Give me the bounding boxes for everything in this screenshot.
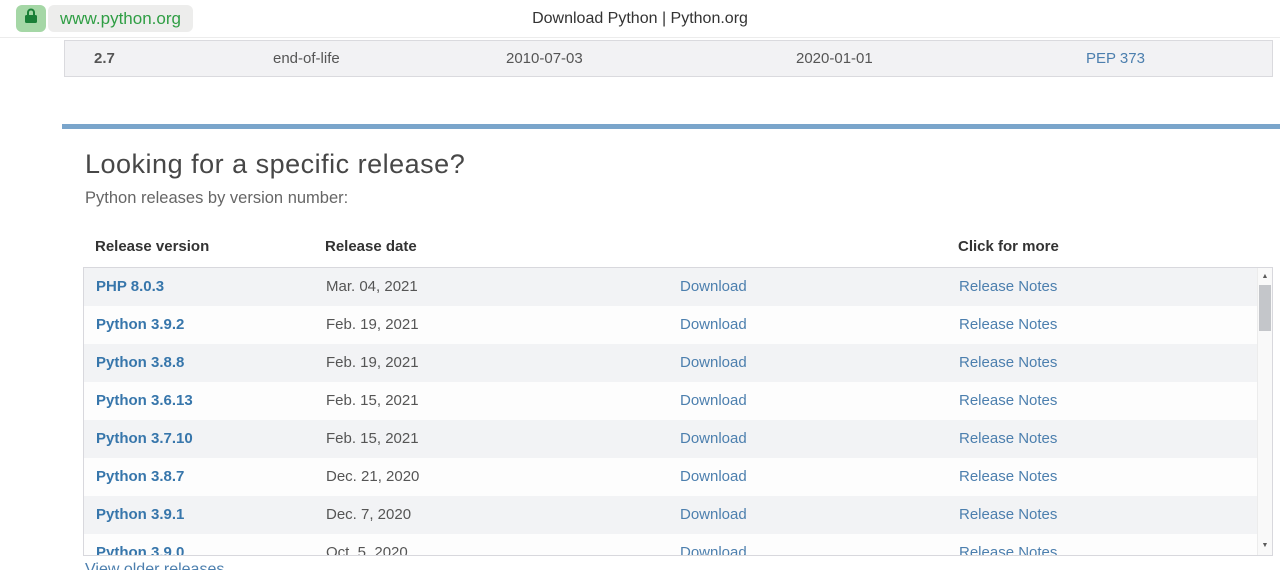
- release-row: Python 3.9.1 Dec. 7, 2020 Download Relea…: [84, 496, 1272, 534]
- release-row: Python 3.9.0 Oct. 5, 2020 Download Relea…: [84, 534, 1272, 556]
- release-version-link[interactable]: Python 3.9.0: [96, 544, 184, 556]
- page-title: Download Python | Python.org: [0, 0, 1280, 38]
- release-version-link[interactable]: Python 3.9.2: [96, 316, 184, 333]
- scroll-up-button[interactable]: ▲: [1258, 268, 1272, 284]
- download-link[interactable]: Download: [680, 506, 747, 523]
- release-table-body: PHP 8.0.3 Mar. 04, 2021 Download Release…: [84, 268, 1272, 556]
- download-link[interactable]: Download: [680, 316, 747, 333]
- older-releases-link[interactable]: View older releases: [85, 561, 224, 570]
- download-link[interactable]: Download: [680, 468, 747, 485]
- browser-topbar: www.python.org Download Python | Python.…: [0, 0, 1280, 38]
- release-table: PHP 8.0.3 Mar. 04, 2021 Download Release…: [83, 267, 1273, 556]
- first-release-cell: 2010-07-03: [506, 50, 583, 67]
- release-version-link[interactable]: Python 3.8.8: [96, 354, 184, 371]
- release-version-link[interactable]: Python 3.8.7: [96, 468, 184, 485]
- release-notes-link[interactable]: Release Notes: [959, 506, 1057, 523]
- release-date: Feb. 19, 2021: [326, 316, 419, 333]
- release-notes-link[interactable]: Release Notes: [959, 354, 1057, 371]
- pep-link[interactable]: PEP 373: [1086, 50, 1145, 67]
- release-table-headers: Release version Release date Click for m…: [0, 238, 1280, 258]
- release-row: Python 3.8.7 Dec. 21, 2020 Download Rele…: [84, 458, 1272, 496]
- release-row: PHP 8.0.3 Mar. 04, 2021 Download Release…: [84, 268, 1272, 306]
- release-notes-link[interactable]: Release Notes: [959, 544, 1057, 556]
- release-row: Python 3.8.8 Feb. 19, 2021 Download Rele…: [84, 344, 1272, 382]
- scroll-down-button[interactable]: ▼: [1258, 537, 1272, 553]
- end-of-support-cell: 2020-01-01: [796, 50, 873, 67]
- download-link[interactable]: Download: [680, 430, 747, 447]
- release-date: Feb. 15, 2021: [326, 430, 419, 447]
- release-row: Python 3.6.13 Feb. 15, 2021 Download Rel…: [84, 382, 1272, 420]
- release-row: Python 3.9.2 Feb. 19, 2021 Download Rele…: [84, 306, 1272, 344]
- supported-version-row-2.7: 2.7 end-of-life 2010-07-03 2020-01-01 PE…: [64, 40, 1273, 77]
- download-link[interactable]: Download: [680, 354, 747, 371]
- release-notes-link[interactable]: Release Notes: [959, 278, 1057, 295]
- release-table-scrollbar[interactable]: ▲ ▼: [1257, 268, 1272, 555]
- status-cell: end-of-life: [273, 50, 340, 67]
- release-notes-link[interactable]: Release Notes: [959, 316, 1057, 333]
- scrollbar-thumb[interactable]: [1259, 285, 1271, 331]
- download-link[interactable]: Download: [680, 544, 747, 556]
- release-date: Oct. 5, 2020: [326, 544, 408, 556]
- release-date: Mar. 04, 2021: [326, 278, 418, 295]
- release-version-link[interactable]: Python 3.6.13: [96, 392, 193, 409]
- release-version-link[interactable]: Python 3.9.1: [96, 506, 184, 523]
- section-subheading: Python releases by version number:: [85, 189, 348, 208]
- release-date: Feb. 19, 2021: [326, 354, 419, 371]
- release-row: Python 3.7.10 Feb. 15, 2021 Download Rel…: [84, 420, 1272, 458]
- section-heading: Looking for a specific release?: [85, 149, 465, 180]
- version-cell: 2.7: [94, 50, 115, 67]
- release-notes-link[interactable]: Release Notes: [959, 392, 1057, 409]
- release-date: Dec. 7, 2020: [326, 506, 411, 523]
- release-version-link[interactable]: PHP 8.0.3: [96, 278, 164, 295]
- header-release-version: Release version: [95, 238, 209, 255]
- release-date: Dec. 21, 2020: [326, 468, 419, 485]
- section-divider: [62, 124, 1280, 129]
- release-notes-link[interactable]: Release Notes: [959, 468, 1057, 485]
- release-version-link[interactable]: Python 3.7.10: [96, 430, 193, 447]
- header-release-date: Release date: [325, 238, 417, 255]
- download-link[interactable]: Download: [680, 392, 747, 409]
- release-notes-link[interactable]: Release Notes: [959, 430, 1057, 447]
- header-click-for-more: Click for more: [958, 238, 1059, 255]
- release-date: Feb. 15, 2021: [326, 392, 419, 409]
- download-link[interactable]: Download: [680, 278, 747, 295]
